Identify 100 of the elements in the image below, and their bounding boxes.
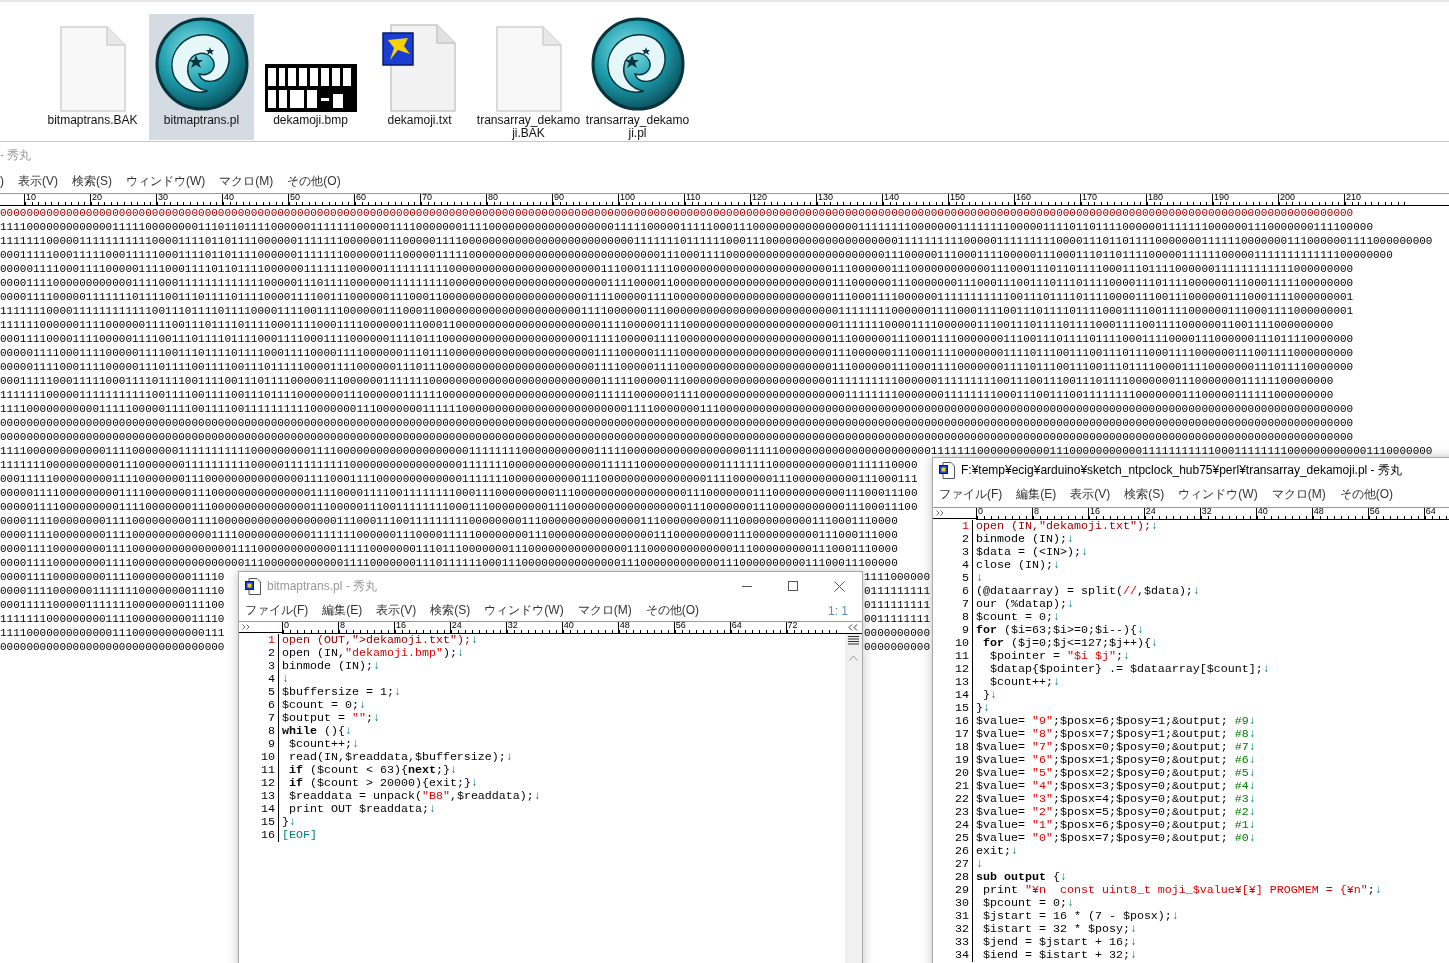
menu-item[interactable]: マクロ(M) — [219, 172, 274, 190]
text-line: 0000111100000000111100000000000000000111000000000000111100000001110111111000111000000000000000111000000000000111000000000011100011100000 — [0, 557, 898, 569]
ruler-number: 170 — [1082, 194, 1099, 202]
ruler-number: 72 — [787, 622, 799, 630]
line-number: 9 — [239, 738, 279, 751]
code-line: binmode (IN);↓ — [975, 533, 1074, 546]
menu-item[interactable]: ) — [0, 174, 4, 188]
menu-item[interactable]: その他(O) — [1339, 486, 1393, 503]
text-line: 1111111000000000001110000000111111111100000111111111100000000000000000111111100000000000000111111000000000000111111110000000000001111110000 — [0, 459, 918, 471]
text-line: 0001111100011111000111110001111011011110000001111111000000111000001111100000000000000000000000000000111000111100000000000000000000000011100000111000111100000111000111011011110000011111100000111111111111100000000 — [0, 249, 1393, 261]
line-number: 18 — [933, 741, 973, 754]
menu-item[interactable]: 検索(S) — [1124, 486, 1165, 503]
code-line: sub output {↓ — [975, 871, 1067, 884]
menu-item[interactable]: 表示(V) — [376, 602, 417, 619]
menu-item[interactable]: ウィンドウ(W) — [1178, 486, 1258, 503]
line-number: 29 — [933, 884, 973, 897]
menu-item[interactable]: 表示(V) — [18, 172, 58, 190]
text-line: 0000111100000011111110000000011110 — [0, 585, 225, 597]
ruler-number: 56 — [675, 622, 687, 630]
menu-item[interactable]: 表示(V) — [1070, 486, 1111, 503]
code-line: print "¥n const uint8_t moji_$value¥[¥] PROGMEM = {¥n";↓ — [982, 884, 1382, 897]
text-line: 0000000000 — [864, 626, 930, 640]
text-line: 1111000000000000011111000000001110110111100000011111110000011110000000111100000000000000000001111100000111110001110000000000000000111111110000000111111110000011110110111100000011111110000001110000000111100000 — [0, 221, 1374, 233]
ruler-number: 210 — [1346, 194, 1363, 202]
menu-item[interactable]: その他(O) — [645, 602, 699, 619]
file-item[interactable]: transarray_dekamoji.BAK — [476, 14, 581, 140]
line-number: 26 — [933, 845, 973, 858]
menu-item[interactable]: ウィンドウ(W) — [126, 172, 206, 190]
line-number: 20 — [933, 767, 973, 780]
code-line: exit;↓ — [975, 845, 1018, 858]
text-line: 0000111100000000111100000000000000011110000000000001111100000001110111000000011100000000000000011100000000000001110000000001110001110000 — [0, 543, 898, 555]
chevron-right-icon[interactable] — [242, 624, 250, 630]
scroll-up-icon[interactable] — [849, 655, 858, 661]
ruler-number: 0 — [978, 508, 984, 516]
file-item[interactable]: dekamoji.txt — [367, 14, 472, 140]
ruler-number: 60 — [356, 194, 367, 202]
ruler-number: 150 — [950, 194, 967, 202]
text-line: 0000000000000000000000000000000000000000000000000000000000000000000000000000000000000000000000000000000000000000000000000000000000000000000000000000000000000000000000000000000000000000000000000000000000000 — [0, 207, 1354, 219]
ruler-number: 32 — [1201, 508, 1213, 516]
text-line: 1111000000000000111100000001111111111100000000011110000000000000000000011111111000000000001111100000000000000000011111000000000000000000000001111111000000000001110000000000011111111111000111111110000000000001110000000 — [0, 445, 1433, 457]
code-line: $value= "0";$posx=7;$posy=0;&output; #0↓ — [975, 832, 1256, 845]
file-item[interactable]: dekamoji.bmp — [258, 14, 363, 140]
chevron-right-icon[interactable] — [936, 510, 944, 516]
text-file-icon — [381, 24, 458, 112]
code-line: open (OUT,">dekamoji.txt");↓ — [281, 634, 478, 647]
menu-item[interactable]: 編集(E) — [1016, 486, 1057, 503]
ruler-number: 70 — [422, 194, 433, 202]
menu-item[interactable]: マクロ(M) — [1271, 486, 1326, 503]
ruler-number: 40 — [1257, 508, 1269, 516]
menu-item[interactable]: マクロ(M) — [577, 602, 632, 619]
code-line: open (IN,"dekamoji.txt");↓ — [975, 520, 1158, 533]
code-line: $value= "2";$posx=5;$posy=0;&output; #2↓ — [975, 806, 1256, 819]
ruler-number: 40 — [224, 194, 235, 202]
ruler-number: 90 — [554, 194, 565, 202]
ruler-number: 24 — [1145, 508, 1157, 516]
menu-item[interactable]: ファイル(F) — [245, 602, 309, 619]
line-number: 3 — [933, 546, 973, 559]
ruler-number: 8 — [339, 622, 346, 630]
code-line: for ($i=63;$i>=0;$i--){↓ — [975, 624, 1144, 637]
line-number: 4 — [933, 559, 973, 572]
file-item[interactable]: transarray_dekamoji.pl — [585, 14, 690, 140]
menu-item[interactable]: ファイル(F) — [939, 486, 1003, 503]
ruler-number: 20 — [92, 194, 103, 202]
menu-item[interactable]: その他(O) — [287, 172, 341, 190]
line-number: 31 — [933, 910, 973, 923]
file-item[interactable]: bitmaptrans.pl — [149, 14, 254, 140]
text-line: 1111000000 — [864, 570, 930, 584]
chevron-left-icon[interactable] — [848, 624, 858, 631]
line-number: 2 — [933, 533, 973, 546]
text-line: 0001111100011111000111101111001111001110111100000111000000111111100000000000000000000000000111110000011100000000000000000000001111111111000000111111111001110011100111011110000000111000000011111100000000 — [0, 375, 1334, 387]
code-line: $output = "";↓ — [281, 712, 380, 725]
ruler-number: 180 — [1148, 194, 1165, 202]
window-title: F:¥temp¥ecig¥arduino¥sketch_ntpclock_hub75¥perl¥transarray_dekamoji.pl - 秀丸 — [961, 461, 1402, 479]
scrollbar[interactable] — [845, 634, 862, 963]
ruler-number: 8 — [1033, 508, 1040, 516]
file-item[interactable]: bitmaptrans.BAK — [40, 14, 145, 140]
menu-item[interactable]: ウィンドウ(W) — [484, 602, 564, 619]
line-number: 28 — [933, 871, 973, 884]
list-icon[interactable] — [848, 636, 859, 645]
menu-item[interactable]: 編集(E) — [322, 602, 363, 619]
text-line: 0000000000000000000000000000000000 — [0, 641, 225, 653]
ruler-number: 130 — [818, 194, 835, 202]
menu-item[interactable]: 検索(S) — [430, 602, 471, 619]
code-line: $data = (<IN>);↓ — [975, 546, 1088, 559]
text-line: 1111000000000000011100000000000111 — [0, 627, 225, 639]
window-title: bitmaptrans.pl - 秀丸 — [267, 577, 378, 595]
ruler-number: 64 — [731, 622, 743, 630]
line-number: 30 — [933, 897, 973, 910]
code-line: if ($count < 63){next;}↓ — [288, 764, 457, 777]
line-number: 6 — [933, 585, 973, 598]
cursor-position: 1: 1 — [828, 603, 848, 618]
code-line: $value= "5";$posx=2;$posy=0;&output; #5↓ — [975, 767, 1256, 780]
code-line: $value= "3";$posx=4;$posy=0;&output; #3↓ — [975, 793, 1256, 806]
line-number: 13 — [933, 676, 973, 689]
blank-file-icon — [495, 26, 562, 112]
ruler-number: 0 — [284, 622, 290, 630]
text-line: 0001111000011110000011110011101111011110001111000111100000011110111000000000000000000000011111000001111000000000000000000000001110000001110001111000000011100111011110111100011110000111000000111011110000000 — [0, 333, 1354, 345]
code-line: ↓ — [975, 572, 983, 585]
code-line: $readdata = unpack("B8",$readdata);↓ — [288, 790, 541, 803]
menu-item[interactable]: 検索(S) — [72, 172, 112, 190]
